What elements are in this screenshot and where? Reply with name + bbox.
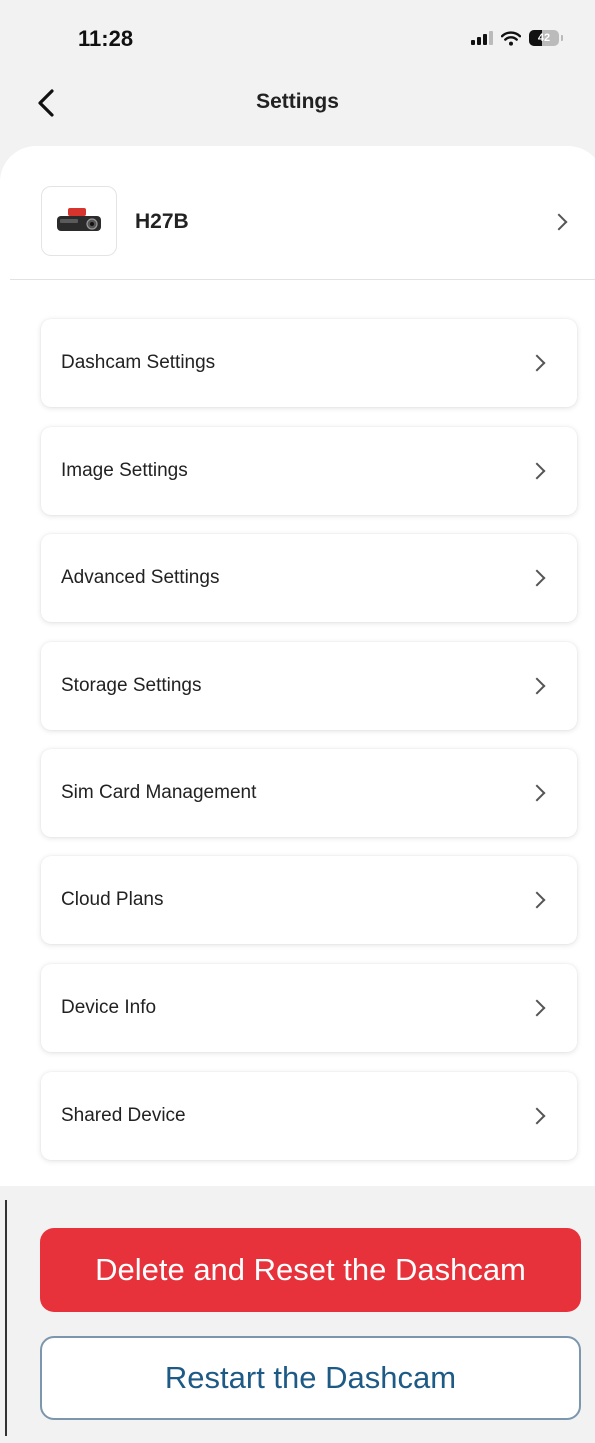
nav-bar: Settings xyxy=(0,70,595,134)
delete-reset-button[interactable]: Delete and Reset the Dashcam xyxy=(40,1228,581,1312)
menu-item-label: Device Info xyxy=(61,997,157,1018)
page-title: Settings xyxy=(256,90,339,113)
wifi-icon xyxy=(501,30,521,46)
status-bar: 11:28 42 xyxy=(0,0,595,70)
chevron-right-icon xyxy=(528,891,546,909)
menu-item-sim-card-management[interactable]: Sim Card Management xyxy=(41,749,577,837)
menu-item-shared-device[interactable]: Shared Device xyxy=(41,1072,577,1160)
menu-item-label: Shared Device xyxy=(61,1105,186,1126)
restart-button[interactable]: Restart the Dashcam xyxy=(40,1336,581,1420)
divider xyxy=(10,279,595,280)
status-icons: 42 xyxy=(471,30,563,46)
status-time: 11:28 xyxy=(78,26,134,51)
menu-item-label: Dashcam Settings xyxy=(61,352,216,373)
menu-item-device-info[interactable]: Device Info xyxy=(41,964,577,1052)
battery-level: 42 xyxy=(537,32,551,44)
divider xyxy=(5,1200,7,1436)
menu-item-label: Advanced Settings xyxy=(61,567,220,588)
menu-item-storage-settings[interactable]: Storage Settings xyxy=(41,642,577,730)
chevron-right-icon xyxy=(528,354,546,372)
device-row[interactable]: H27B xyxy=(0,146,595,279)
signal-icon xyxy=(471,31,493,45)
menu-item-label: Sim Card Management xyxy=(61,782,257,803)
chevron-right-icon xyxy=(528,784,546,802)
device-thumbnail xyxy=(41,186,117,256)
chevron-right-icon xyxy=(528,1107,546,1125)
chevron-right-icon xyxy=(528,569,546,587)
chevron-right-icon xyxy=(528,999,546,1017)
chevron-right-icon xyxy=(528,677,546,695)
chevron-right-icon xyxy=(528,462,546,480)
dashcam-icon xyxy=(57,208,101,231)
menu-item-cloud-plans[interactable]: Cloud Plans xyxy=(41,856,577,944)
chevron-right-icon xyxy=(550,213,568,231)
menu-item-advanced-settings[interactable]: Advanced Settings xyxy=(41,534,577,622)
menu-item-label: Cloud Plans xyxy=(61,889,164,910)
menu-item-dashcam-settings[interactable]: Dashcam Settings xyxy=(41,319,577,407)
battery-icon: 42 xyxy=(529,30,563,46)
menu-item-label: Storage Settings xyxy=(61,675,202,696)
device-name: H27B xyxy=(135,210,189,233)
menu-item-label: Image Settings xyxy=(61,460,188,481)
menu-item-image-settings[interactable]: Image Settings xyxy=(41,427,577,515)
